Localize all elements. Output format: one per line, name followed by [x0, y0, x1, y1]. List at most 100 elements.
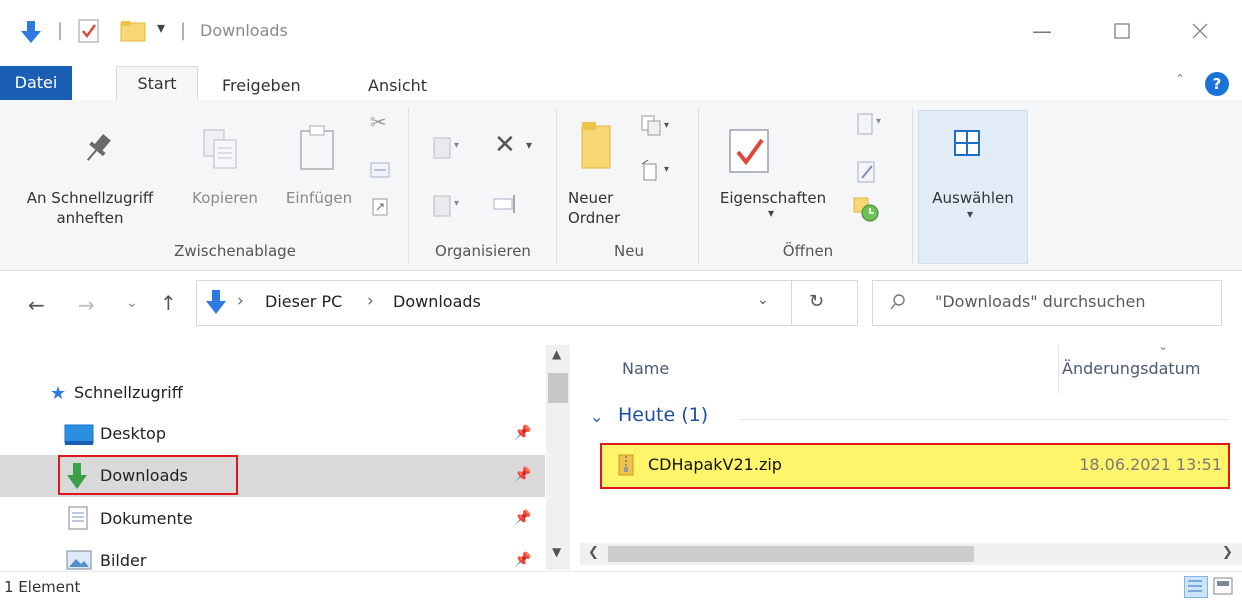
- desktop-icon: [64, 424, 94, 450]
- properties-button[interactable]: Eigenschaften: [708, 188, 838, 208]
- properties-icon[interactable]: [726, 122, 772, 178]
- nav-item-desktop[interactable]: Desktop 📌: [0, 413, 545, 455]
- details-view-icon[interactable]: [1184, 576, 1208, 598]
- history-icon[interactable]: [852, 196, 880, 226]
- svg-text:▾: ▾: [454, 198, 459, 209]
- group-label-zwischenablage: Zwischenablage: [174, 242, 296, 260]
- breadcrumb-separator: ›: [367, 291, 374, 311]
- maximize-button[interactable]: [1102, 14, 1142, 48]
- quick-access-star-icon[interactable]: ★: [50, 383, 66, 404]
- pin-to-quick-access-button[interactable]: An Schnellzugriff anheften: [20, 188, 160, 228]
- close-button[interactable]: [1180, 14, 1220, 48]
- rename-icon[interactable]: [492, 192, 520, 220]
- paste-button[interactable]: Einfügen: [274, 188, 364, 208]
- copy-icon[interactable]: [200, 128, 240, 176]
- copy-button[interactable]: Kopieren: [185, 188, 265, 208]
- edit-icon[interactable]: [856, 160, 878, 188]
- ribbon-tab-bar: Datei Start Freigeben Ansicht ˆ ?: [0, 62, 1242, 101]
- title-separator: |: [57, 20, 64, 41]
- down-arrow-icon[interactable]: [20, 20, 42, 48]
- address-history-chevron-icon[interactable]: ⌄: [757, 292, 769, 308]
- minimize-button[interactable]: —: [1022, 14, 1062, 48]
- zip-icon: [618, 454, 634, 480]
- group-divider: [698, 108, 699, 264]
- pin-icon[interactable]: 📌: [514, 467, 531, 483]
- nav-item-label: Dokumente: [100, 509, 193, 528]
- column-header-date[interactable]: Änderungsdatum: [1062, 359, 1242, 378]
- search-icon: [889, 293, 907, 315]
- up-arrow-icon[interactable]: ↑: [160, 291, 177, 315]
- nav-item-schnellzugriff[interactable]: Schnellzugriff: [74, 383, 183, 402]
- open-icon[interactable]: ▾: [854, 112, 886, 142]
- help-icon[interactable]: ?: [1205, 72, 1229, 96]
- nav-scroll-thumb[interactable]: [548, 373, 568, 403]
- new-folder-icon[interactable]: [580, 120, 614, 174]
- nav-item-bilder[interactable]: Bilder 📌: [0, 540, 545, 570]
- nav-item-dokumente[interactable]: Dokumente 📌: [0, 498, 545, 540]
- recent-locations-chevron-icon[interactable]: ⌄: [126, 295, 138, 311]
- copy-to-icon[interactable]: ▾: [432, 192, 462, 222]
- forward-arrow-icon[interactable]: →: [78, 293, 95, 317]
- address-divider: [791, 281, 792, 325]
- collapse-ribbon-icon[interactable]: ˆ: [1176, 72, 1184, 91]
- large-icons-view-icon[interactable]: [1212, 576, 1234, 600]
- new-folder-button[interactable]: Neuer Ordner: [568, 188, 628, 228]
- tab-ansicht[interactable]: Ansicht: [368, 71, 427, 100]
- file-list: Name ⌄ Änderungsdatum ⌄ Heute (1) CDHapa…: [580, 339, 1242, 570]
- scroll-right-icon[interactable]: ❯: [1222, 545, 1233, 560]
- address-bar[interactable]: › Dieser PC › Downloads ⌄ ↻: [196, 280, 858, 326]
- delete-dropdown-icon[interactable]: ▾: [526, 138, 532, 152]
- paste-icon[interactable]: [298, 124, 336, 176]
- nav-scrollbar[interactable]: ▲ ▼: [546, 345, 570, 570]
- download-arrow-icon: [66, 462, 88, 494]
- quick-access-toolbar-dropdown-icon[interactable]: ▾: [157, 18, 165, 37]
- table-row[interactable]: CDHapakV21.zip 18.06.2021 13:51: [600, 443, 1230, 489]
- easy-access-icon[interactable]: ▾: [640, 158, 674, 188]
- svg-text:▾: ▾: [454, 140, 459, 151]
- svg-text:▾: ▾: [664, 164, 669, 175]
- cut-icon[interactable]: ✂: [370, 110, 387, 134]
- breadcrumb-downloads[interactable]: Downloads: [393, 292, 481, 311]
- nav-item-downloads[interactable]: Downloads 📌: [0, 455, 545, 497]
- pin-icon[interactable]: [80, 130, 116, 170]
- group-label-oeffnen: Öffnen: [782, 242, 834, 260]
- select-grid-icon: [953, 129, 981, 161]
- delete-icon[interactable]: ✕: [494, 130, 516, 160]
- back-arrow-icon[interactable]: ←: [28, 293, 45, 317]
- paste-shortcut-icon[interactable]: [372, 198, 388, 220]
- nav-item-label: Downloads: [100, 466, 188, 485]
- pictures-icon: [66, 550, 92, 570]
- group-divider-line: [740, 419, 1228, 420]
- new-item-icon[interactable]: ▾: [640, 114, 674, 142]
- svg-text:▾: ▾: [664, 120, 669, 131]
- search-input[interactable]: "Downloads" durchsuchen: [872, 280, 1222, 326]
- pin-icon[interactable]: 📌: [514, 425, 531, 441]
- tab-datei[interactable]: Datei: [0, 66, 72, 100]
- column-header-name[interactable]: Name: [622, 359, 669, 378]
- horizontal-scrollbar[interactable]: ❮ ❯: [580, 543, 1242, 565]
- properties-check-icon[interactable]: [78, 19, 100, 47]
- select-button[interactable]: Auswählen ▾: [918, 110, 1028, 264]
- group-collapse-chevron-icon[interactable]: ⌄: [590, 407, 603, 426]
- folder-icon[interactable]: [120, 20, 146, 46]
- pin-icon[interactable]: 📌: [514, 510, 531, 526]
- tab-freigeben[interactable]: Freigeben: [222, 71, 301, 100]
- scroll-left-icon[interactable]: ❮: [588, 545, 599, 560]
- breadcrumb-dieser-pc[interactable]: Dieser PC: [265, 292, 342, 311]
- title-separator: |: [180, 20, 187, 41]
- refresh-icon[interactable]: ↻: [809, 291, 824, 312]
- group-header-heute[interactable]: Heute (1): [618, 404, 708, 426]
- file-date: 18.06.2021 13:51: [1079, 455, 1222, 474]
- properties-dropdown-icon[interactable]: ▾: [768, 206, 774, 220]
- horizontal-scroll-thumb[interactable]: [608, 546, 974, 562]
- svg-text:▾: ▾: [876, 116, 881, 127]
- column-divider: [1058, 345, 1059, 393]
- item-count: 1 Element: [4, 578, 81, 596]
- scroll-up-icon[interactable]: ▲: [552, 347, 561, 361]
- scroll-down-icon[interactable]: ▼: [552, 545, 561, 559]
- group-divider: [408, 108, 409, 264]
- copy-path-icon[interactable]: [370, 162, 390, 182]
- move-to-icon[interactable]: ▾: [432, 134, 462, 164]
- tab-start[interactable]: Start: [116, 66, 198, 101]
- pin-icon[interactable]: 📌: [514, 552, 531, 568]
